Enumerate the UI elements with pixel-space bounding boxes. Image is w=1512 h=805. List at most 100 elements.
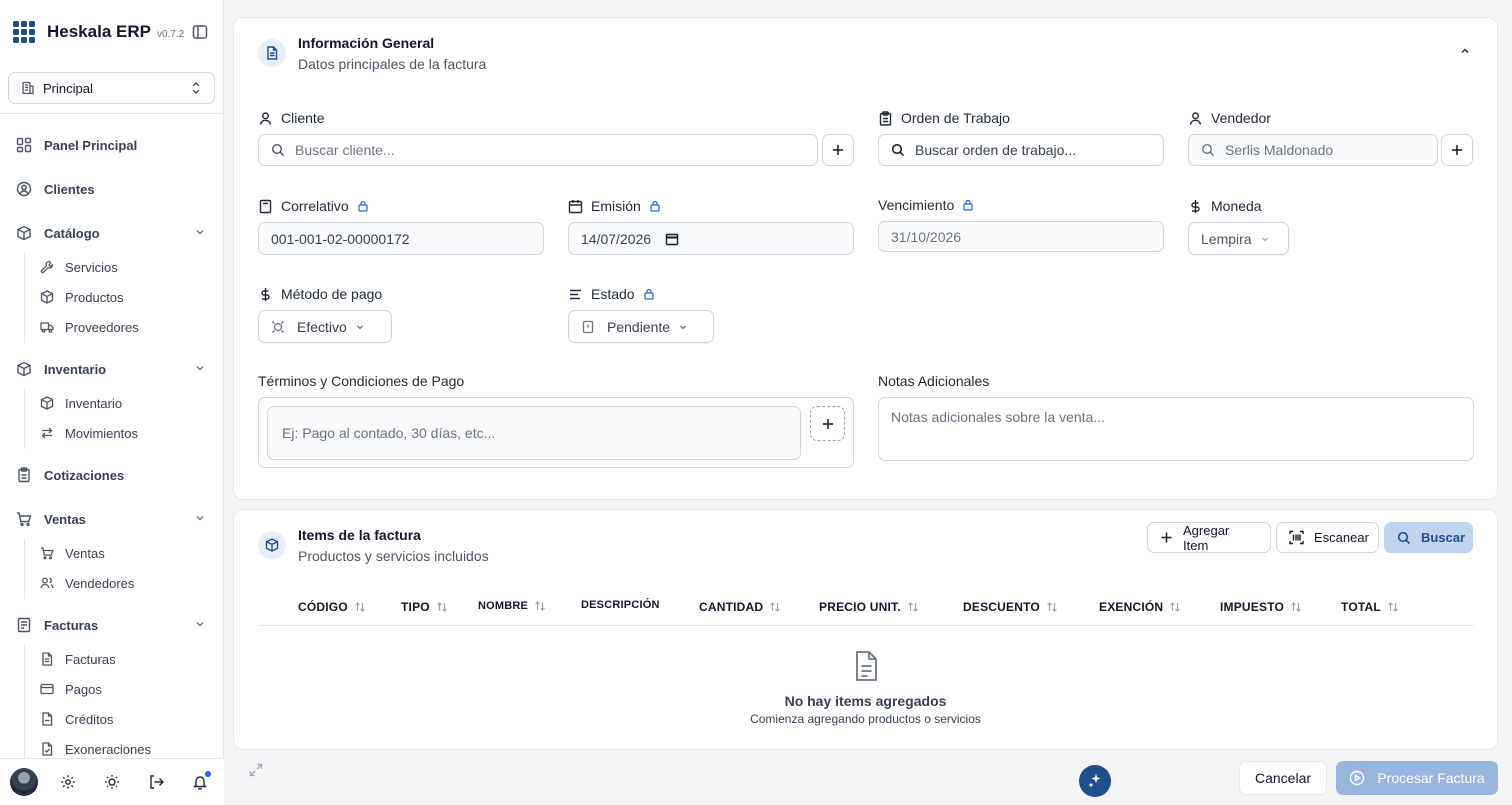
column-label: DESCRIPCIÓN <box>581 599 660 611</box>
process-invoice-button[interactable]: Procesar Factura <box>1336 761 1498 795</box>
add-item-button[interactable]: Agregar Item <box>1147 522 1271 553</box>
sidebar-subitem-movimientos[interactable]: Movimientos <box>40 423 138 443</box>
lock-icon <box>649 200 661 212</box>
add-terminos-button[interactable] <box>810 406 845 441</box>
sidebar-subitem-label: Ventas <box>65 545 105 561</box>
vencimiento-label: Vencimiento <box>878 196 974 214</box>
cliente-placeholder: Buscar cliente... <box>295 142 395 158</box>
column-header-cantidad[interactable]: CANTIDAD <box>699 600 781 614</box>
column-header-descuento[interactable]: DESCUENTO <box>963 600 1058 614</box>
vencimiento-input[interactable]: 31/10/2026 <box>878 221 1164 252</box>
cancel-button[interactable]: Cancelar <box>1239 761 1327 795</box>
sidebar-subitem-productos[interactable]: Productos <box>40 287 124 307</box>
sidebar-subitem-servicios[interactable]: Servicios <box>40 257 118 277</box>
estado-select[interactable]: Pendiente <box>568 310 714 343</box>
sidebar-divider <box>0 113 224 114</box>
sidebar-subitem-pagos[interactable]: Pagos <box>40 679 102 699</box>
sort-icon <box>1290 601 1302 613</box>
list-icon <box>568 287 583 302</box>
calendar-picker-icon[interactable] <box>665 232 679 246</box>
credit-card-icon <box>40 682 54 696</box>
app-grid-icon[interactable] <box>13 21 35 43</box>
field-label-text: Correlativo <box>281 198 349 214</box>
notas-textarea[interactable]: Notas adicionales sobre la venta... <box>878 397 1474 461</box>
sidebar-toggle-icon[interactable] <box>192 24 208 40</box>
search-icon <box>271 143 285 157</box>
search-items-button[interactable]: Buscar <box>1384 522 1473 553</box>
gear-icon[interactable] <box>60 774 76 790</box>
vendedor-input[interactable]: Serlis Maldonado <box>1188 134 1438 166</box>
sidebar-subitem-creditos[interactable]: Créditos <box>40 709 113 729</box>
metodo-label: Método de pago <box>258 285 382 303</box>
sidebar-item-clientes[interactable]: Clientes <box>16 179 95 199</box>
sidebar: Heskala ERP v0.7.2 Principal Panel Princ… <box>0 0 224 805</box>
sidebar-item-panel[interactable]: Panel Principal <box>16 135 137 155</box>
wrench-icon <box>40 260 54 274</box>
column-header-exencion[interactable]: EXENCIÓN <box>1099 600 1181 614</box>
sidebar-subitem-label: Créditos <box>65 711 114 727</box>
scan-button[interactable]: Escanear <box>1276 522 1379 553</box>
vendedor-label: Vendedor <box>1188 109 1271 127</box>
emision-label: Emisión <box>568 197 661 215</box>
submenu-line <box>24 253 25 343</box>
column-label: IMPUESTO <box>1220 600 1285 614</box>
column-header-total[interactable]: TOTAL <box>1341 600 1399 614</box>
add-item-label: Agregar Item <box>1183 522 1230 553</box>
sidebar-subitem-facturas[interactable]: Facturas <box>40 649 116 669</box>
sidebar-subitem-exoneraciones[interactable]: Exoneraciones <box>40 739 151 759</box>
expand-button[interactable] <box>242 756 270 784</box>
sidebar-subitem-vendedores[interactable]: Vendedores <box>40 573 134 593</box>
chevron-updown-icon <box>190 81 202 95</box>
items-card: Items de la factura Productos y servicio… <box>233 509 1498 750</box>
empty-state-subtitle: Comienza agregando productos o servicios <box>750 712 981 726</box>
search-icon <box>1397 531 1411 545</box>
sidebar-subitem-label: Servicios <box>65 259 118 275</box>
cliente-search-input[interactable]: Buscar cliente... <box>258 134 818 166</box>
cliente-label: Cliente <box>258 109 325 127</box>
user-icon <box>258 111 273 126</box>
search-icon <box>1201 143 1215 157</box>
add-cliente-button[interactable] <box>822 134 854 166</box>
emision-date-input[interactable]: 14/07/2026 <box>568 222 854 255</box>
column-header-precio[interactable]: PRECIO UNIT. <box>819 600 919 614</box>
column-header-impuesto[interactable]: IMPUESTO <box>1220 600 1302 614</box>
correlativo-input[interactable]: 001-001-02-00000172 <box>258 222 544 255</box>
sidebar-subitem-label: Movimientos <box>65 425 138 441</box>
sidebar-subitem-proveedores[interactable]: Proveedores <box>40 317 139 337</box>
cash-icon <box>271 320 285 334</box>
column-header-codigo[interactable]: CÓDIGO <box>298 600 366 614</box>
sun-icon[interactable] <box>104 774 120 790</box>
terminos-input[interactable]: Ej: Pago al contado, 30 días, etc... <box>267 406 801 460</box>
orden-search-input[interactable]: Buscar orden de trabajo... <box>878 134 1164 166</box>
metodo-value: Efectivo <box>297 318 347 335</box>
field-label-text: Cliente <box>281 110 325 126</box>
sidebar-subitem-label: Facturas <box>65 651 116 667</box>
logout-icon[interactable] <box>148 774 164 790</box>
metodo-select[interactable]: Efectivo <box>258 310 392 343</box>
moneda-select[interactable]: Lempira <box>1188 222 1289 255</box>
workspace-selector[interactable]: Principal <box>8 72 215 104</box>
chevron-down-icon <box>194 226 206 238</box>
arrows-swap-icon <box>40 426 54 440</box>
sidebar-subitem-label: Vendedores <box>65 575 135 591</box>
column-header-tipo[interactable]: TIPO <box>401 600 448 614</box>
chevron-up-icon[interactable] <box>1459 45 1471 57</box>
sidebar-item-ventas[interactable]: Ventas <box>16 509 208 529</box>
ai-assistant-button[interactable] <box>1079 765 1111 797</box>
users-icon <box>40 576 54 590</box>
chevron-down-icon <box>355 322 365 332</box>
sidebar-item-facturas[interactable]: Facturas <box>16 615 208 635</box>
sidebar-subitem-inventario[interactable]: Inventario <box>40 393 122 413</box>
sidebar-item-catalogo[interactable]: Catálogo <box>16 223 208 243</box>
app-version: v0.7.2 <box>156 28 185 40</box>
sidebar-item-inventario[interactable]: Inventario <box>16 359 208 379</box>
correlativo-label: Correlativo <box>258 197 369 215</box>
terminos-label: Términos y Condiciones de Pago <box>258 373 465 389</box>
sidebar-item-cotizaciones[interactable]: Cotizaciones <box>16 465 124 485</box>
add-vendedor-button[interactable] <box>1441 134 1473 166</box>
column-header-nombre[interactable]: NOMBRE <box>478 600 546 612</box>
avatar[interactable] <box>10 768 38 796</box>
sidebar-subitem-ventas[interactable]: Ventas <box>40 543 105 563</box>
column-label: CANTIDAD <box>699 600 764 614</box>
sidebar-item-label: Cotizaciones <box>44 467 125 483</box>
